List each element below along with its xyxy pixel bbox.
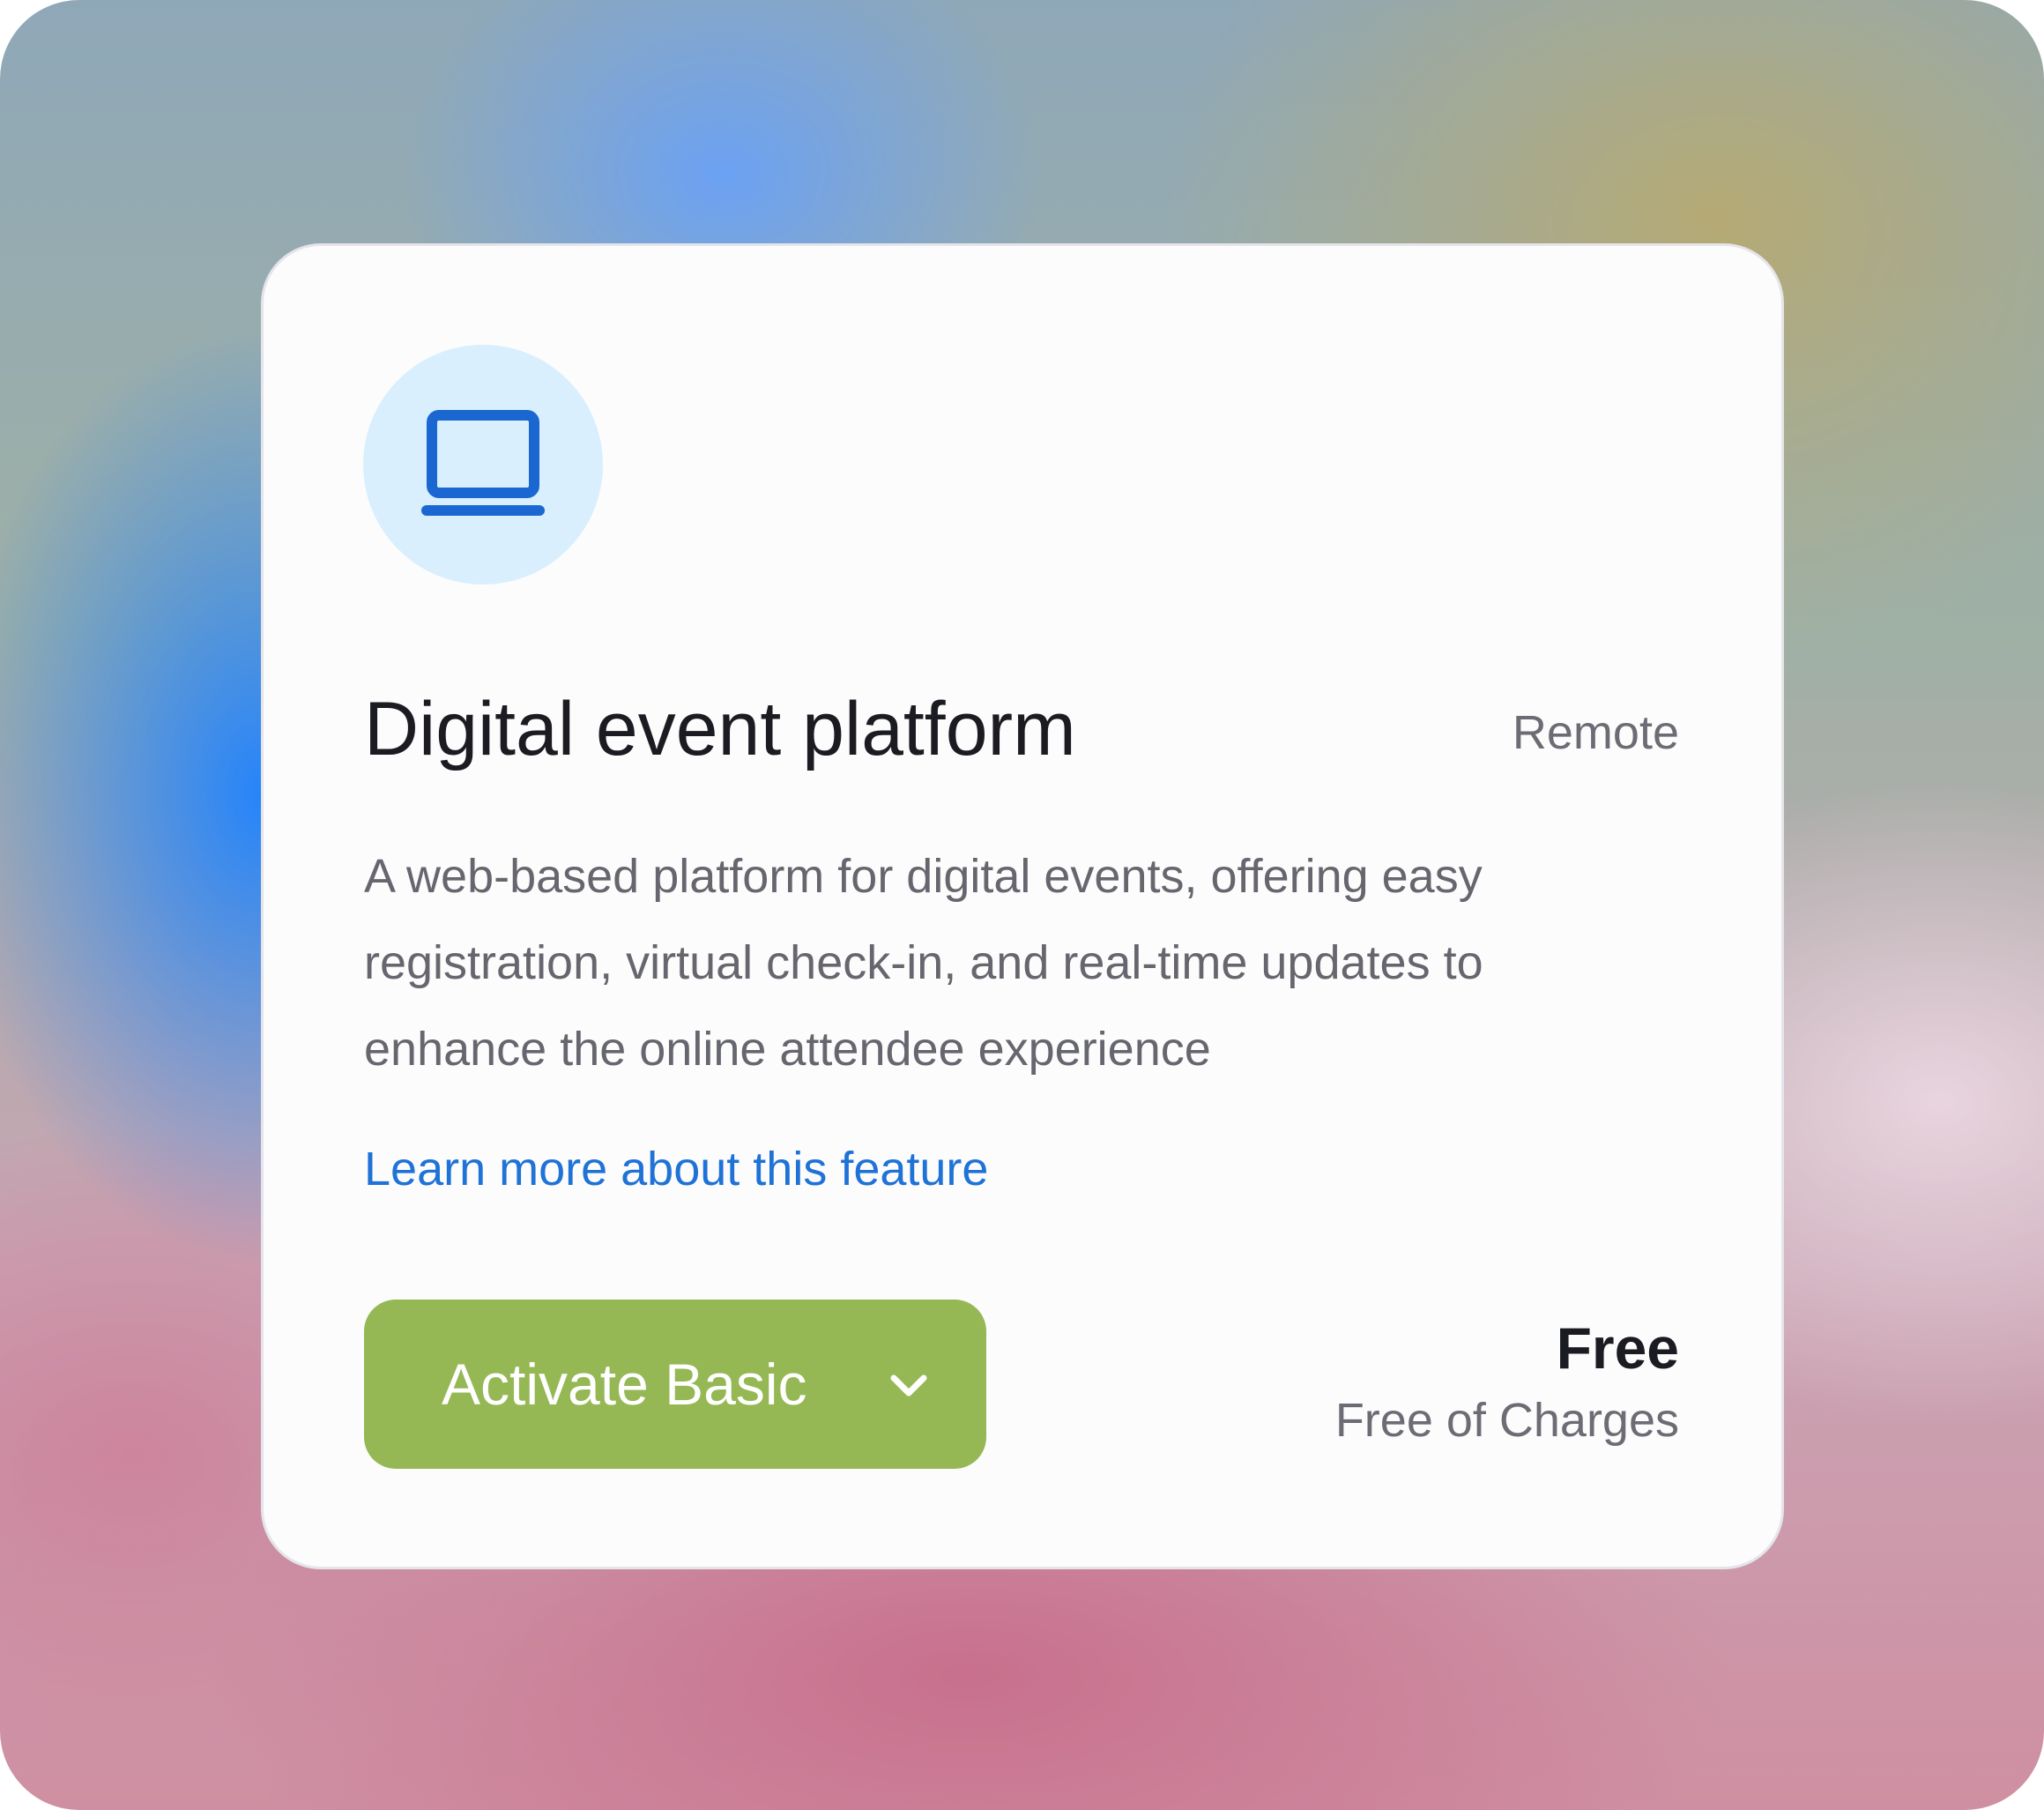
chevron-down-icon[interactable] — [889, 1374, 928, 1398]
price-label: Free — [1556, 1315, 1679, 1381]
feature-card: Digital event platform Remote A web-base… — [261, 243, 1784, 1569]
activate-button-label: Activate Basic — [442, 1352, 807, 1417]
learn-more-link[interactable]: Learn more about this feature — [364, 1138, 988, 1200]
laptop-icon — [421, 410, 545, 516]
feature-icon-badge — [363, 345, 603, 585]
price-note: Free of Charges — [1334, 1394, 1679, 1447]
activate-basic-button[interactable]: Activate Basic — [364, 1300, 986, 1469]
feature-title: Digital event platform — [364, 687, 1076, 771]
feature-description: A web-based platform for digital events,… — [364, 850, 1483, 1076]
location-tag: Remote — [1512, 706, 1679, 759]
